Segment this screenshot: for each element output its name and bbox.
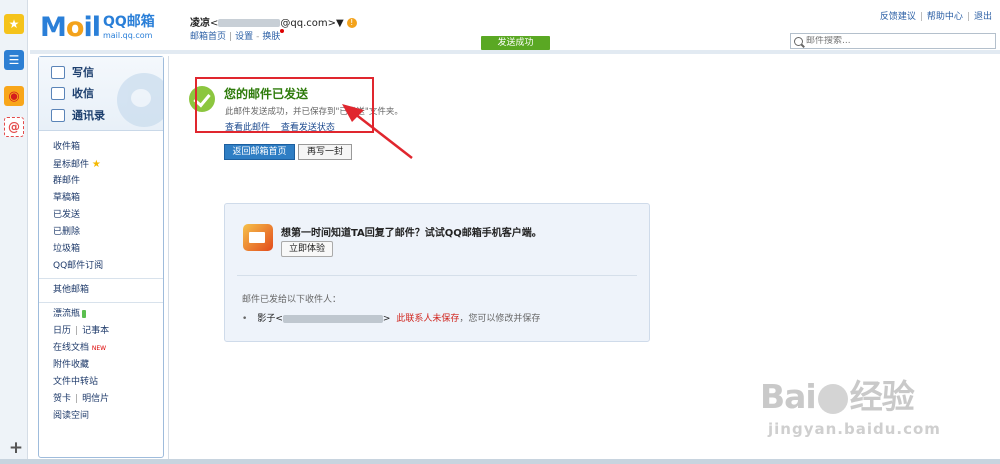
contacts-icon [51,108,65,122]
redacted-address [282,314,383,323]
sidebar-item-docs[interactable]: 在线文档 NEW [53,340,163,357]
sidebar-item-postcard[interactable]: 明信片 [82,394,109,404]
sidebar-item-deleted[interactable]: 已删除 [53,224,163,241]
search-input[interactable] [806,36,986,46]
link-help[interactable]: 帮助中心 [927,12,963,22]
logo-wordmark: Moil [40,12,101,43]
sidebar-item-group[interactable]: 群邮件 [53,173,163,190]
sidebar-item-calendar-notes: 日历 | 记事本 [53,326,110,336]
sidebar-item-reading[interactable]: 阅读空间 [53,408,163,425]
star-icon: ★ [91,159,101,170]
sidebar-item-cards[interactable]: 贺卡 [53,394,71,404]
watermark-url: jingyan.baidu.com [768,420,941,438]
logo[interactable]: Moil QQ邮箱 mail.qq.com [40,12,155,42]
bottom-border [0,459,1000,464]
sidebar-item-subscriptions[interactable]: QQ邮件订阅 [53,258,163,275]
contact-not-saved-link[interactable]: 此联系人未保存 [396,314,459,324]
save-hint: ，您可以修改并保存 [459,314,541,324]
panel-divider [237,275,637,276]
link-settings[interactable]: 设置 [235,32,253,42]
notification-dot [280,29,285,33]
annotation-arrow-icon [342,104,413,159]
logo-url: mail.qq.com [102,31,153,40]
weibo-icon[interactable]: ◉ [4,86,24,106]
user-account[interactable]: 凌凉< @qq.com>▼! [190,14,357,29]
sidebar-divider [39,302,163,303]
star-icon[interactable]: ★ [4,14,24,34]
at-icon[interactable]: @ [4,117,24,137]
sidebar-item-calendar[interactable]: 日历 [53,326,71,336]
sidebar-item-bottle[interactable]: 漂流瓶 [53,306,163,323]
content-divider [168,56,169,460]
list-icon[interactable]: ☰ [4,50,24,70]
try-now-button[interactable]: 立即体验 [281,241,333,257]
sent-to-label: 邮件已发给以下收件人： [242,295,342,305]
search-icon [794,36,803,46]
sidebar-item-other-mailbox[interactable]: 其他邮箱 [53,282,163,299]
mail-search[interactable] [790,33,996,49]
mail-app-icon [243,224,273,251]
sidebar-item-cards-postcards: 贺卡 | 明信片 [53,394,110,404]
sidebar-item-drafts[interactable]: 草稿箱 [53,190,163,207]
send-success-toast: 发送成功 [481,36,550,50]
header-divider [30,50,1000,54]
recipient-row: • 影子< > 此联系人未保存，您可以修改并保存 [242,314,541,324]
baidu-watermark: Bai 经验 [760,377,915,416]
mobile-client-promo: 想第一时间知道TA回复了邮件？试试QQ邮箱手机客户端。 [281,228,542,239]
redacted-email [218,19,281,27]
recipient-name: 影子< [257,314,283,324]
sidebar-item-spam[interactable]: 垃圾箱 [53,241,163,258]
qq-mascot-icon [117,73,163,127]
sidebar-divider [39,278,163,279]
compose-button[interactable]: 写信 [51,63,94,81]
pencil-icon [51,65,65,79]
recipient-panel: 想第一时间知道TA回复了邮件？试试QQ邮箱手机客户端。 立即体验 邮件已发给以下… [224,203,650,342]
warning-icon[interactable]: ! [346,18,357,28]
sidebar-item-attachments[interactable]: 附件收藏 [53,357,163,374]
sidebar-item-sent[interactable]: 已发送 [53,207,163,224]
baidu-paw-icon [817,383,848,414]
contacts-button[interactable]: 通讯录 [51,106,105,124]
compose-another-button[interactable]: 再写一封 [298,144,352,160]
back-to-inbox-button[interactable]: 返回邮箱首页 [224,144,295,160]
logo-brand: QQ邮箱 [102,14,155,30]
receive-button[interactable]: 收信 [51,84,94,102]
link-feedback[interactable]: 反馈建议 [880,12,916,22]
plus-icon[interactable]: + [6,438,26,458]
left-rail: ★ ☰ ◉ @ + [0,0,28,464]
link-logout[interactable]: 退出 [974,12,992,22]
inbox-download-icon [51,86,65,100]
sidebar-item-inbox[interactable]: 收件箱 [53,139,163,156]
sidebar-item-starred[interactable]: 星标邮件 ★ [53,156,163,173]
link-skin[interactable]: 换肤 [262,32,280,42]
sidebar-primary-actions: 写信 收信 通讯录 [39,57,163,131]
user-links: 邮箱首页 | 设置 - 换肤 [190,29,285,42]
sidebar-item-file-transfer[interactable]: 文件中转站 [53,374,163,391]
link-mail-home[interactable]: 邮箱首页 [190,32,226,42]
bottle-icon [82,309,87,318]
top-links: 反馈建议 | 帮助中心 | 退出 [879,12,992,22]
sidebar-item-notes[interactable]: 记事本 [82,326,109,336]
new-badge: NEW [91,345,107,352]
sidebar: 写信 收信 通讯录 收件箱 星标邮件 ★ 群邮件 草稿箱 已发送 已删除 垃圾箱… [38,56,164,458]
